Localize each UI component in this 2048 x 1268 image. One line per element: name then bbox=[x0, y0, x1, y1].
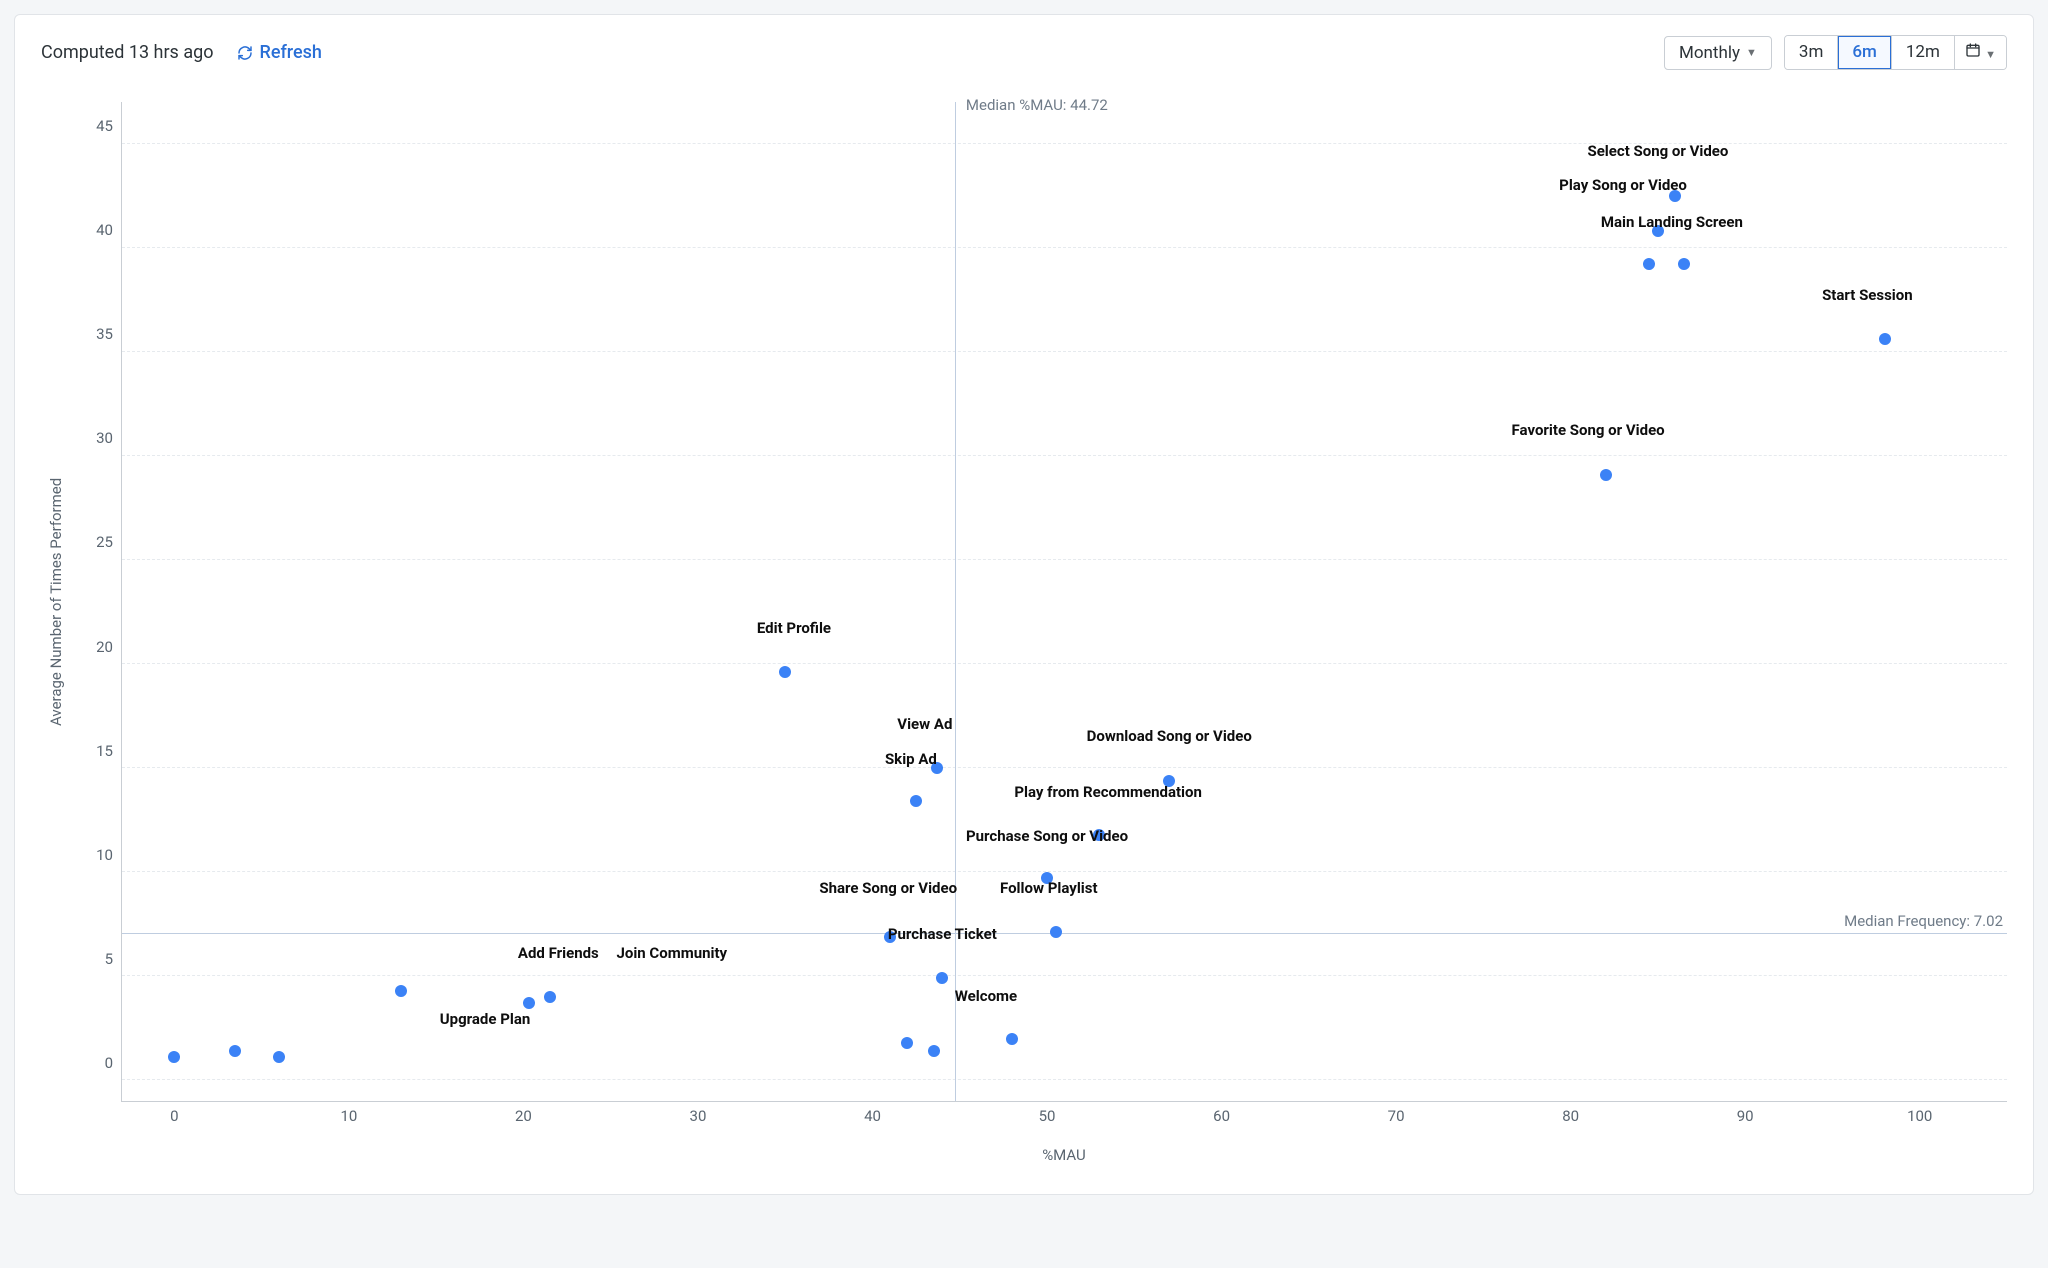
y-tick: 40 bbox=[96, 221, 113, 239]
median-y-label: Median Frequency: 7.02 bbox=[1844, 912, 2003, 930]
data-point[interactable] bbox=[779, 666, 791, 678]
data-point[interactable] bbox=[931, 762, 943, 774]
gridline bbox=[122, 559, 2007, 560]
data-point[interactable] bbox=[1050, 926, 1062, 938]
x-axis: 0 10 20 30 40 50 60 70 80 90 100 bbox=[122, 1101, 2007, 1129]
gridline bbox=[122, 1079, 2007, 1080]
data-point[interactable] bbox=[1600, 469, 1612, 481]
gridline bbox=[122, 455, 2007, 456]
data-point-label: Start Session bbox=[1822, 286, 1913, 304]
y-tick: 25 bbox=[96, 533, 113, 551]
chart-panel: Computed 13 hrs ago Refresh Monthly ▼ 3m… bbox=[14, 14, 2034, 1195]
data-point-label: Play from Recommendation bbox=[1014, 783, 1202, 801]
data-point[interactable] bbox=[1879, 333, 1891, 345]
data-point-label: Share Song or Video bbox=[819, 879, 957, 897]
data-point[interactable] bbox=[936, 972, 948, 984]
data-point[interactable] bbox=[395, 985, 407, 997]
range-segmented: 3m 6m 12m ▼ bbox=[1784, 35, 2007, 70]
plot-area[interactable]: 0102030405060708090100 Median %MAU: 44.7… bbox=[121, 102, 2007, 1102]
median-x-line: Median %MAU: 44.72 bbox=[955, 102, 956, 1101]
range-3m[interactable]: 3m bbox=[1785, 36, 1838, 69]
data-point[interactable] bbox=[1643, 258, 1655, 270]
data-point-label: Select Song or Video bbox=[1587, 142, 1728, 160]
data-point[interactable] bbox=[928, 1045, 940, 1057]
x-tick: 20 bbox=[515, 1107, 532, 1125]
gridline bbox=[122, 143, 2007, 144]
data-point[interactable] bbox=[1678, 258, 1690, 270]
x-tick: 80 bbox=[1562, 1107, 1579, 1125]
data-point[interactable] bbox=[544, 991, 556, 1003]
median-x-label: Median %MAU: 44.72 bbox=[966, 96, 1108, 114]
y-tick: 30 bbox=[96, 429, 113, 447]
interval-dropdown[interactable]: Monthly ▼ bbox=[1664, 36, 1772, 70]
data-point-label: Add Friends bbox=[518, 944, 599, 962]
x-tick: 0 bbox=[170, 1107, 178, 1125]
data-point[interactable] bbox=[910, 795, 922, 807]
data-point[interactable] bbox=[1093, 829, 1105, 841]
range-12m[interactable]: 12m bbox=[1892, 36, 1955, 69]
y-tick: 10 bbox=[96, 846, 113, 864]
range-6m[interactable]: 6m bbox=[1838, 36, 1891, 69]
topbar: Computed 13 hrs ago Refresh Monthly ▼ 3m… bbox=[41, 35, 2007, 70]
chevron-down-icon: ▼ bbox=[1746, 46, 1757, 59]
data-point[interactable] bbox=[1041, 872, 1053, 884]
data-point-label: View Ad bbox=[897, 715, 952, 733]
data-point-label: Favorite Song or Video bbox=[1512, 421, 1665, 439]
data-point-label: Skip Ad bbox=[885, 750, 937, 768]
data-point[interactable] bbox=[1652, 225, 1664, 237]
topbar-right: Monthly ▼ 3m 6m 12m ▼ bbox=[1664, 35, 2007, 70]
gridline bbox=[122, 247, 2007, 248]
refresh-button[interactable]: Refresh bbox=[237, 42, 321, 63]
y-axis: 0 5 10 15 20 25 30 35 40 45 bbox=[71, 102, 121, 1102]
x-tick: 100 bbox=[1907, 1107, 1932, 1125]
topbar-left: Computed 13 hrs ago Refresh bbox=[41, 42, 322, 63]
data-point-label: Play Song or Video bbox=[1559, 176, 1687, 194]
y-axis-label: Average Number of Times Performed bbox=[41, 102, 71, 1102]
gridline bbox=[122, 663, 2007, 664]
y-tick: 5 bbox=[105, 950, 113, 968]
data-point[interactable] bbox=[1669, 190, 1681, 202]
data-point-label: Main Landing Screen bbox=[1601, 213, 1743, 231]
chevron-down-icon: ▼ bbox=[1985, 48, 1996, 61]
y-tick: 0 bbox=[105, 1054, 113, 1072]
x-tick: 90 bbox=[1737, 1107, 1754, 1125]
x-axis-label: %MAU bbox=[41, 1146, 2007, 1164]
gridline bbox=[122, 871, 2007, 872]
gridline bbox=[122, 975, 2007, 976]
chart-area: Average Number of Times Performed 0 5 10 15… bbox=[41, 102, 2007, 1102]
data-point-label: Edit Profile bbox=[757, 619, 831, 637]
x-tick: 70 bbox=[1388, 1107, 1405, 1125]
calendar-icon bbox=[1965, 43, 1985, 63]
gridline bbox=[122, 351, 2007, 352]
x-tick: 30 bbox=[690, 1107, 707, 1125]
gridline bbox=[122, 767, 2007, 768]
interval-label: Monthly bbox=[1679, 43, 1740, 63]
refresh-label: Refresh bbox=[259, 42, 321, 63]
median-y-line: Median Frequency: 7.02 bbox=[122, 933, 2007, 934]
data-point[interactable] bbox=[901, 1037, 913, 1049]
y-tick: 45 bbox=[96, 117, 113, 135]
x-tick: 50 bbox=[1039, 1107, 1056, 1125]
data-point-label: Download Song or Video bbox=[1087, 727, 1252, 745]
data-point[interactable] bbox=[168, 1051, 180, 1063]
x-tick: 10 bbox=[340, 1107, 357, 1125]
computed-time: Computed 13 hrs ago bbox=[41, 42, 213, 63]
x-tick: 60 bbox=[1213, 1107, 1230, 1125]
y-tick: 20 bbox=[96, 638, 113, 656]
data-point[interactable] bbox=[273, 1051, 285, 1063]
data-point[interactable] bbox=[523, 997, 535, 1009]
data-point[interactable] bbox=[1006, 1033, 1018, 1045]
data-point[interactable] bbox=[884, 931, 896, 943]
refresh-icon bbox=[237, 45, 253, 61]
data-point-label: Join Community bbox=[616, 944, 727, 962]
data-point[interactable] bbox=[229, 1045, 241, 1057]
data-point-label: Upgrade Plan bbox=[440, 1010, 531, 1028]
data-point-label: Welcome bbox=[955, 987, 1017, 1005]
x-tick: 40 bbox=[864, 1107, 881, 1125]
date-picker-button[interactable]: ▼ bbox=[1955, 36, 2006, 69]
data-point[interactable] bbox=[1163, 775, 1175, 787]
y-tick: 15 bbox=[96, 742, 113, 760]
y-tick: 35 bbox=[96, 325, 113, 343]
